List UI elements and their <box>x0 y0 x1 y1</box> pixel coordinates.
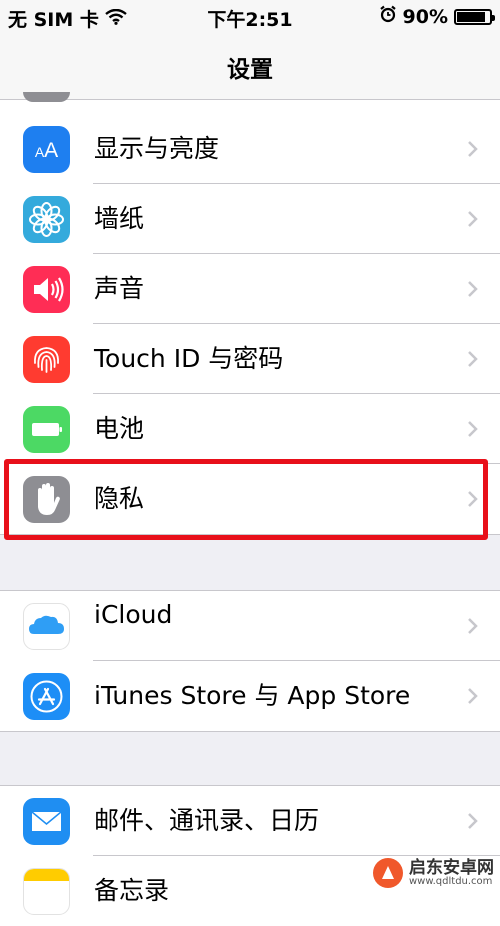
settings-group-accounts: iCloud iTunes Store 与 App Store <box>0 590 500 732</box>
settings-row-icloud[interactable]: iCloud <box>0 591 500 661</box>
settings-row-display[interactable]: AA 显示与亮度 <box>0 114 500 184</box>
settings-row-mail[interactable]: 邮件、通讯录、日历 <box>0 786 500 856</box>
chevron-right-icon <box>467 420 478 442</box>
settings-row-app-store[interactable]: iTunes Store 与 App Store <box>0 661 500 731</box>
chevron-right-icon <box>467 280 478 302</box>
battery-setting-icon <box>23 406 70 453</box>
partial-icon <box>23 92 70 102</box>
sound-icon <box>23 266 70 313</box>
status-bar: 无 SIM 卡 下午2:51 90% <box>0 0 500 34</box>
list-top-edge <box>0 92 500 115</box>
settings-row-label: Touch ID 与密码 <box>94 344 284 373</box>
settings-row-label: 声音 <box>94 274 145 303</box>
icloud-icon <box>23 603 70 650</box>
navigation-bar: 设置 <box>0 34 500 100</box>
settings-row-wallpaper[interactable]: 墙纸 <box>0 184 500 254</box>
settings-row-label: 显示与亮度 <box>94 134 220 163</box>
chevron-right-icon <box>467 350 478 372</box>
settings-group-apps: 邮件、通讯录、日历 备忘录 <box>0 785 500 926</box>
battery-icon <box>454 8 495 25</box>
highlight-annotation <box>4 459 488 540</box>
chevron-right-icon <box>467 812 478 834</box>
app-store-icon <box>23 673 70 720</box>
display-brightness-icon: AA <box>23 126 70 173</box>
settings-row-touch-id[interactable]: Touch ID 与密码 <box>0 324 500 394</box>
chevron-right-icon <box>467 687 478 709</box>
chevron-right-icon <box>467 210 478 232</box>
page-title: 设置 <box>227 57 273 83</box>
chevron-right-icon <box>467 140 478 162</box>
settings-row-label: 备忘录 <box>94 876 170 905</box>
settings-row-label: 墙纸 <box>94 204 145 233</box>
svg-text:AA: AA <box>35 139 58 162</box>
watermark-logo-icon <box>373 858 403 888</box>
notes-icon <box>23 868 70 915</box>
chevron-right-icon <box>467 617 478 639</box>
alarm-icon <box>379 5 397 28</box>
settings-row-label: 电池 <box>94 414 145 443</box>
settings-row-label: iTunes Store 与 App Store <box>94 681 411 710</box>
watermark-title: 启东安卓网 <box>409 857 494 878</box>
settings-row-sound[interactable]: 声音 <box>0 254 500 324</box>
wallpaper-icon <box>23 196 70 243</box>
settings-row-label: iCloud <box>94 600 173 629</box>
battery-percent: 90% <box>402 5 448 28</box>
watermark-url: www.qdltdu.com <box>409 875 493 887</box>
mail-icon <box>23 798 70 845</box>
settings-row-battery[interactable]: 电池 <box>0 394 500 464</box>
watermark: 启东安卓网 www.qdltdu.com <box>373 858 494 888</box>
settings-row-label: 邮件、通讯录、日历 <box>94 806 320 835</box>
fingerprint-icon <box>23 336 70 383</box>
